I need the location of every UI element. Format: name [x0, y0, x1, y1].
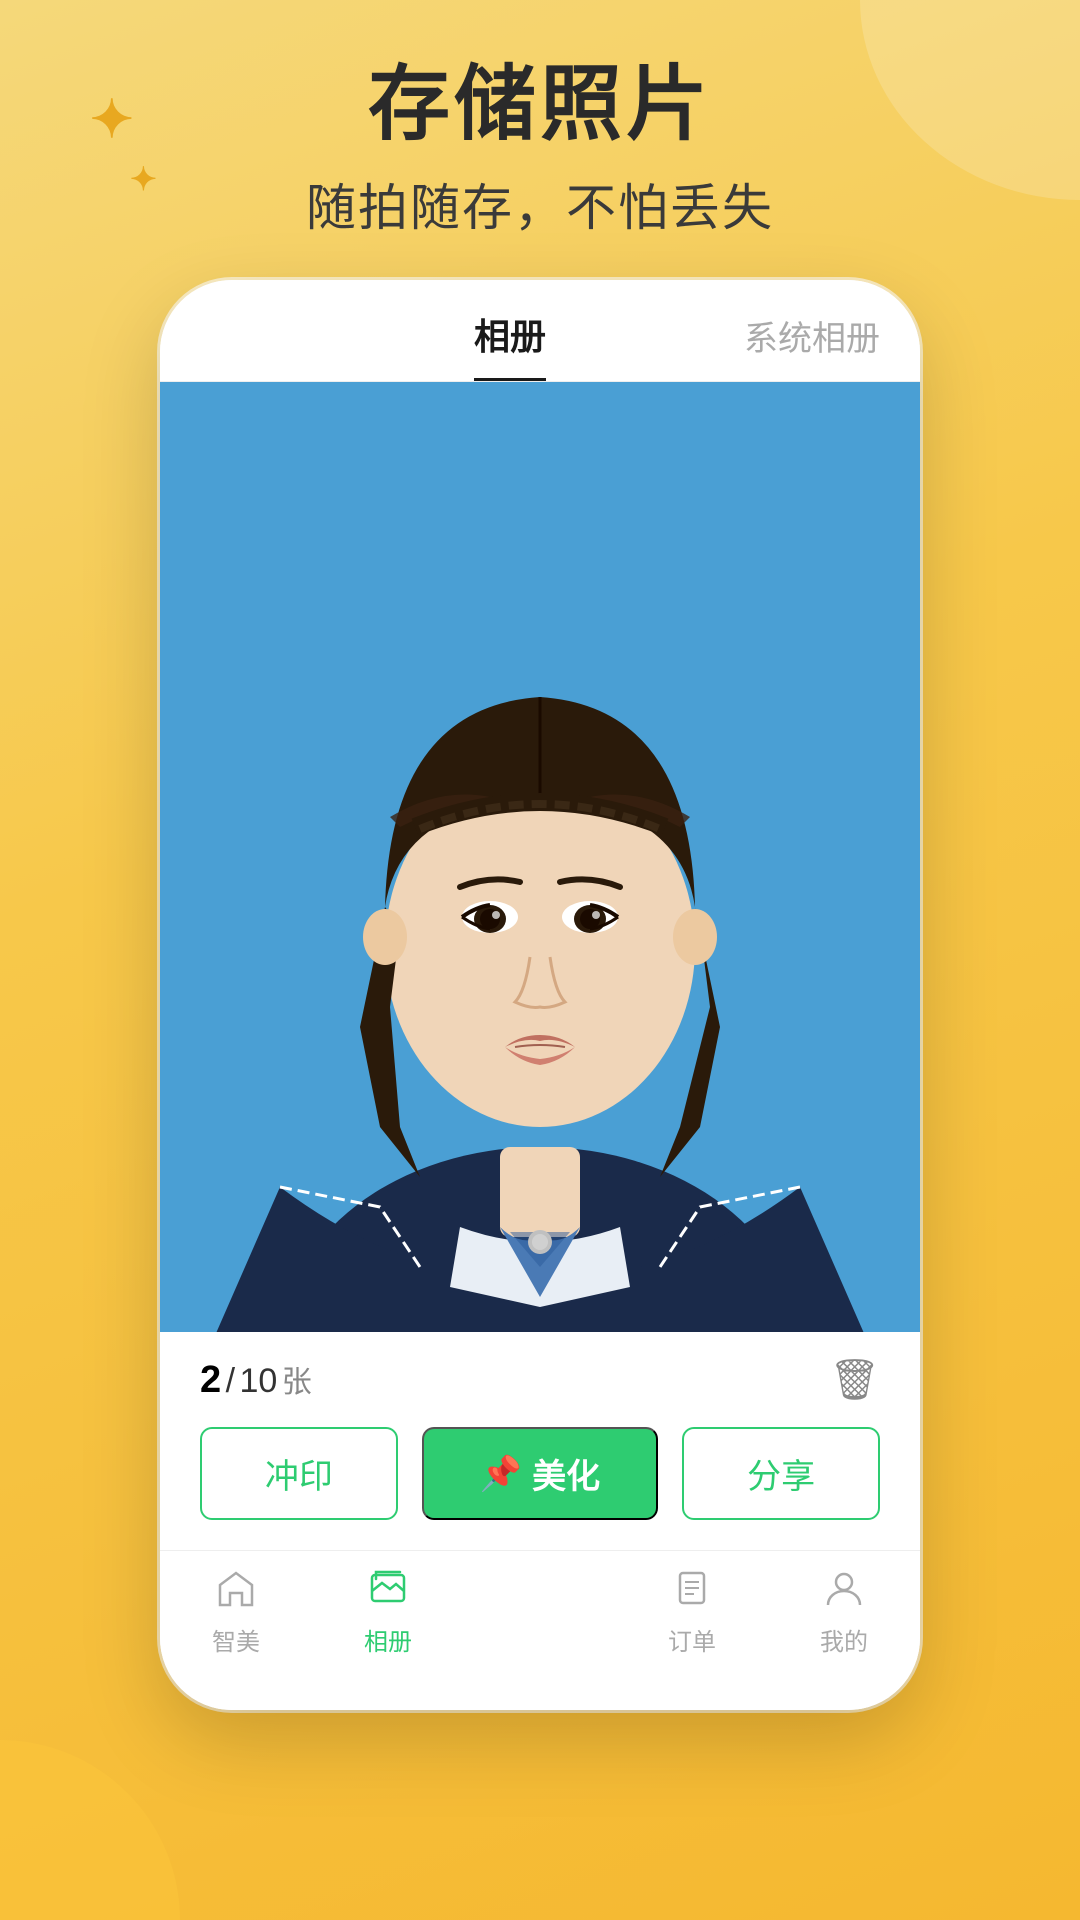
nav-item-album[interactable]: 相册	[312, 1569, 464, 1657]
bottom-nav: 智美 相册	[160, 1550, 920, 1710]
portrait-svg	[160, 382, 920, 1332]
photo-wrapper[interactable]	[160, 382, 920, 1332]
album-icon	[368, 1569, 408, 1614]
nav-item-orders[interactable]: 订单	[616, 1569, 768, 1657]
photo-count-unit: 张	[282, 1366, 312, 1399]
nav-label-album: 相册	[364, 1622, 412, 1657]
nav-label-orders: 订单	[668, 1622, 716, 1657]
print-button[interactable]: 冲印	[200, 1427, 398, 1520]
nav-label-home: 智美	[212, 1622, 260, 1657]
photo-count-separator: /	[226, 1362, 235, 1400]
beautify-label: 美化	[532, 1449, 600, 1498]
tab-album[interactable]: 相册	[474, 308, 546, 381]
phone-mockup: 相册 系统相册	[160, 280, 920, 1710]
share-button[interactable]: 分享	[682, 1427, 880, 1520]
orders-icon	[672, 1569, 712, 1614]
page-subtitle: 随拍随存，不怕丢失	[0, 168, 1080, 240]
nav-label-mine: 我的	[820, 1622, 868, 1657]
page-title: 存储照片	[0, 60, 1080, 150]
screen-header: 相册 系统相册	[160, 280, 920, 382]
hero-section: 存储照片 随拍随存，不怕丢失	[0, 60, 1080, 240]
home-icon	[216, 1569, 256, 1614]
tab-system-album[interactable]: 系统相册	[744, 311, 880, 378]
pin-icon: 📌	[480, 1454, 522, 1494]
mine-icon	[824, 1569, 864, 1614]
decorative-blob-bottom	[0, 1740, 180, 1920]
photo-count-row: 2 / 10 张 🗑	[200, 1356, 880, 1403]
photo-count-current: 2	[200, 1359, 221, 1401]
nav-item-mine[interactable]: 我的	[768, 1569, 920, 1657]
beautify-button[interactable]: 📌 美化	[422, 1427, 659, 1520]
controls-area: 2 / 10 张 🗑 冲印 📌 美化 分享	[160, 1332, 920, 1550]
nav-item-home[interactable]: 智美	[160, 1569, 312, 1657]
photo-count-display: 2 / 10 张	[200, 1357, 312, 1402]
phone-screen: 相册 系统相册	[160, 280, 920, 1710]
delete-icon[interactable]: 🗑	[829, 1356, 880, 1403]
portrait-photo	[160, 382, 920, 1332]
photo-container: 2 / 10 张 🗑 冲印 📌 美化 分享	[160, 382, 920, 1550]
photo-count-total: 10	[240, 1362, 278, 1400]
action-buttons: 冲印 📌 美化 分享	[200, 1427, 880, 1520]
